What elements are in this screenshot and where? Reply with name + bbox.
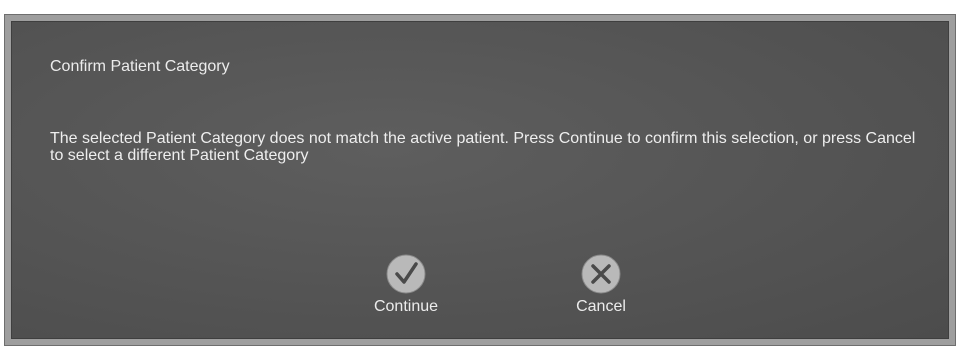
dialog-message: The selected Patient Category does not m… — [50, 130, 916, 164]
cancel-label: Cancel — [576, 298, 626, 315]
dialog-title: Confirm Patient Category — [50, 58, 230, 75]
confirm-dialog: Confirm Patient Category The selected Pa… — [11, 21, 949, 339]
continue-button[interactable]: Continue — [356, 254, 456, 316]
continue-label: Continue — [373, 298, 439, 315]
dialog-frame: Confirm Patient Category The selected Pa… — [4, 14, 956, 346]
check-icon — [386, 254, 426, 294]
cancel-button[interactable]: Cancel — [551, 254, 651, 316]
x-icon — [581, 254, 621, 294]
